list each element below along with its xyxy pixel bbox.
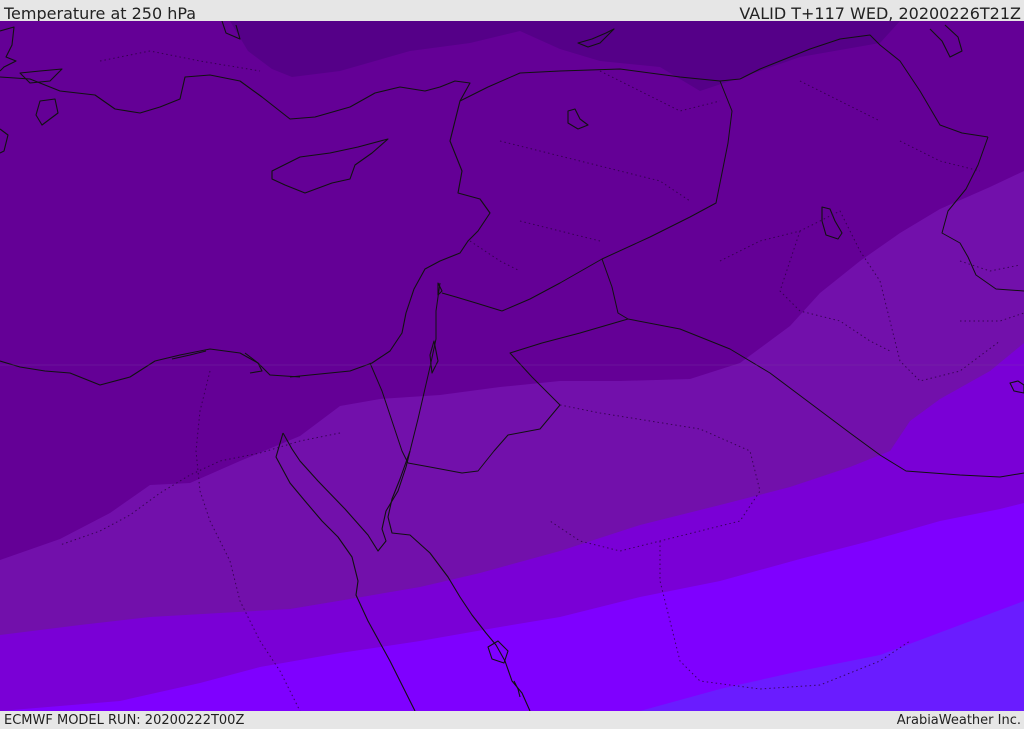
weather-map (0, 21, 1024, 711)
model-run-label: ECMWF MODEL RUN: 20200222T00Z (4, 713, 245, 728)
credit-label: ArabiaWeather Inc. (896, 713, 1021, 728)
